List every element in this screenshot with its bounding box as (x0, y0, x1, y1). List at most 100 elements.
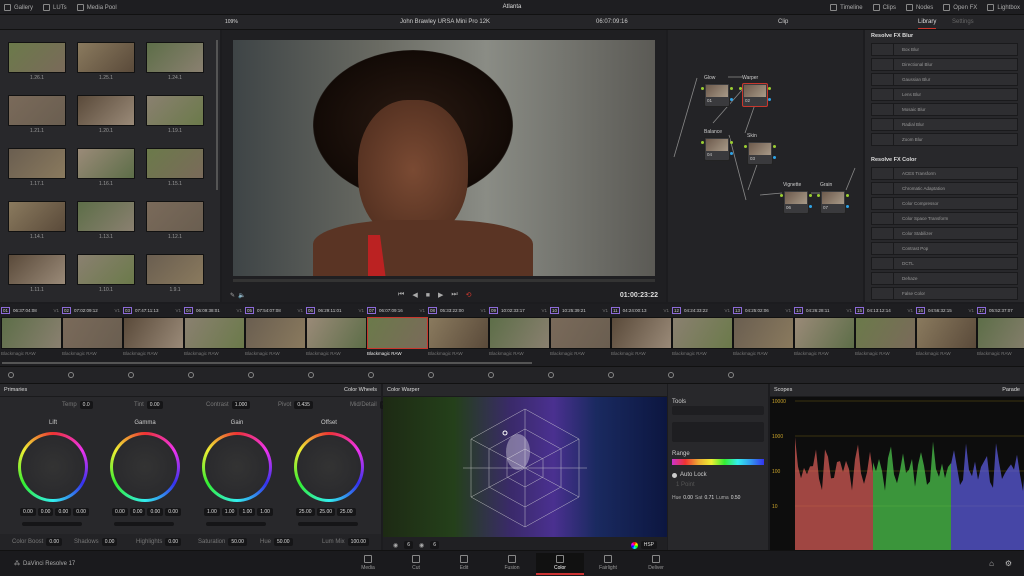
node-output-dot[interactable] (846, 194, 849, 197)
node-input-dot[interactable] (739, 87, 742, 90)
window-icon[interactable] (128, 372, 134, 378)
gallery-still[interactable]: 1.12.1 (146, 201, 204, 240)
wheel-master-slider[interactable] (298, 522, 358, 526)
adjust-value[interactable]: 0.00 (146, 401, 163, 409)
wheel-value[interactable]: 1.00 (204, 508, 220, 516)
page-cut[interactable]: Cut (392, 553, 440, 575)
fx-item[interactable]: Box Blur (871, 43, 1018, 56)
wheel-value[interactable]: 1.00 (221, 508, 238, 516)
fx-item[interactable]: False Color (871, 287, 1018, 300)
node-key-dot[interactable] (768, 98, 771, 101)
motion-icon[interactable] (608, 372, 614, 378)
node-mode-select[interactable]: Clip (778, 19, 788, 25)
zoom-select[interactable]: 109% (222, 18, 241, 26)
scope-icon[interactable] (728, 372, 734, 378)
audio-icon[interactable]: 🔈 (238, 292, 245, 299)
fx-item[interactable]: Gaussian Blur (871, 73, 1018, 86)
tab-library[interactable]: Library (918, 19, 937, 29)
fx-item[interactable]: Mosaic Blur (871, 103, 1018, 116)
node-key-dot[interactable] (773, 156, 776, 159)
clip-item[interactable]: 03 07:47:11:13 V1 Blackmagic RAW (123, 304, 184, 364)
adjust-value[interactable]: 0.435 (294, 401, 313, 409)
primaries-mode-select[interactable]: Color Wheels (344, 387, 377, 393)
viewer-image[interactable] (233, 40, 655, 276)
clip-name[interactable]: John Brawley URSA Mini Pro 12K (400, 19, 490, 25)
luma-value[interactable]: 0.50 (731, 495, 741, 501)
wheel-value[interactable]: 1.00 (257, 508, 273, 516)
node-balance[interactable]: 04 (701, 137, 733, 161)
clip-item[interactable]: 15 04:13:12:14 V1 Blackmagic RAW (855, 304, 916, 364)
node-icon[interactable] (68, 372, 74, 378)
fx-item[interactable]: Lens Blur (871, 88, 1018, 101)
node-key-dot[interactable] (730, 98, 733, 101)
play-icon[interactable]: ▶ (438, 291, 443, 299)
loop-icon[interactable]: ⟲ (466, 291, 472, 299)
page-edit[interactable]: Edit (440, 553, 488, 575)
sizing-icon[interactable] (428, 372, 434, 378)
wheel-value[interactable]: 1.00 (239, 508, 256, 516)
clip-item[interactable]: 16 04:56:32:15 V1 Blackmagic RAW (916, 304, 977, 364)
fx-item[interactable]: DCTL (871, 257, 1018, 270)
key-icon[interactable] (368, 372, 374, 378)
clip-item[interactable]: 02 07:02:09:12 V1 Blackmagic RAW (62, 304, 123, 364)
node-key-dot[interactable] (846, 205, 849, 208)
fx-item[interactable]: Dehaze (871, 272, 1018, 285)
tool-actions[interactable] (672, 422, 764, 442)
go-to-end-icon[interactable]: ⏭ (451, 291, 457, 299)
wheel-master-slider[interactable] (22, 522, 82, 526)
gallery-still[interactable]: 1.14.1 (8, 201, 66, 240)
adjust-value[interactable]: 1.000 (231, 401, 251, 409)
info-icon[interactable] (668, 372, 674, 378)
gallery-still[interactable]: 1.15.1 (146, 148, 204, 187)
tab-open-fx[interactable]: Open FX (943, 4, 977, 11)
grid-b-select[interactable]: 6 (430, 541, 440, 549)
param-value[interactable]: 0.00 (46, 538, 63, 546)
gallery-still[interactable]: 1.26.1 (8, 42, 66, 81)
gallery-still[interactable]: 1.25.1 (77, 42, 135, 81)
gallery-still[interactable]: 1.20.1 (77, 95, 135, 134)
magic-mask-icon[interactable] (248, 372, 254, 378)
wheel-value[interactable]: 0.00 (73, 508, 89, 516)
page-fairlight[interactable]: Fairlight (584, 553, 632, 575)
warper-mode-select[interactable]: HSP (640, 541, 657, 549)
fx-item[interactable]: Contrast Pop (871, 242, 1018, 255)
clip-item[interactable]: 06 06:29:11:01 V1 Blackmagic RAW (306, 304, 367, 364)
points-select[interactable]: 1 Point (676, 482, 695, 488)
home-icon[interactable]: ⌂ (989, 559, 994, 568)
wheel-value[interactable]: 0.00 (20, 508, 36, 516)
page-color[interactable]: Color (536, 553, 584, 575)
tool-selector[interactable] (672, 406, 764, 415)
gallery-still[interactable]: 1.13.1 (77, 201, 135, 240)
gallery-scrollbar[interactable] (216, 40, 218, 190)
blur-icon[interactable] (308, 372, 314, 378)
step-back-icon[interactable]: ◀ (412, 291, 417, 299)
node-output-dot[interactable] (730, 87, 733, 90)
node-vignette[interactable]: 06 (780, 190, 812, 214)
node-grain[interactable]: 07 (817, 190, 849, 214)
go-to-start-icon[interactable]: ⏮ (398, 291, 404, 299)
wheel-value[interactable]: 0.00 (129, 508, 146, 516)
gallery-still[interactable]: 1.19.1 (146, 95, 204, 134)
gallery-still[interactable]: 1.16.1 (77, 148, 135, 187)
color-wheel-gamma[interactable] (110, 432, 180, 502)
param-value[interactable]: 0.00 (101, 538, 118, 546)
clip-item[interactable]: 04 06:09:38:01 V1 Blackmagic RAW (184, 304, 245, 364)
fx-item[interactable]: Chromatic Adaptation (871, 182, 1018, 195)
clip-item[interactable]: 14 04:26:28:11 V1 Blackmagic RAW (794, 304, 855, 364)
warper-canvas[interactable] (383, 397, 667, 537)
fx-item[interactable]: Color Stabilizer (871, 227, 1018, 240)
stop-icon[interactable]: ■ (426, 292, 430, 299)
node-output-dot[interactable] (809, 194, 812, 197)
node-key-dot[interactable] (730, 152, 733, 155)
param-value[interactable]: 50.00 (228, 538, 247, 546)
gallery-still[interactable]: 1.9.1 (146, 254, 204, 293)
gallery-still[interactable]: 1.24.1 (146, 42, 204, 81)
tab-settings[interactable]: Settings (952, 19, 974, 25)
node-input-dot[interactable] (817, 194, 820, 197)
viewer-scrubber[interactable] (233, 279, 655, 282)
page-media[interactable]: Media (344, 553, 392, 575)
node-input-dot[interactable] (744, 145, 747, 148)
tab-timeline[interactable]: Timeline (830, 4, 863, 11)
node-output-dot[interactable] (773, 145, 776, 148)
gallery-still[interactable]: 1.21.1 (8, 95, 66, 134)
